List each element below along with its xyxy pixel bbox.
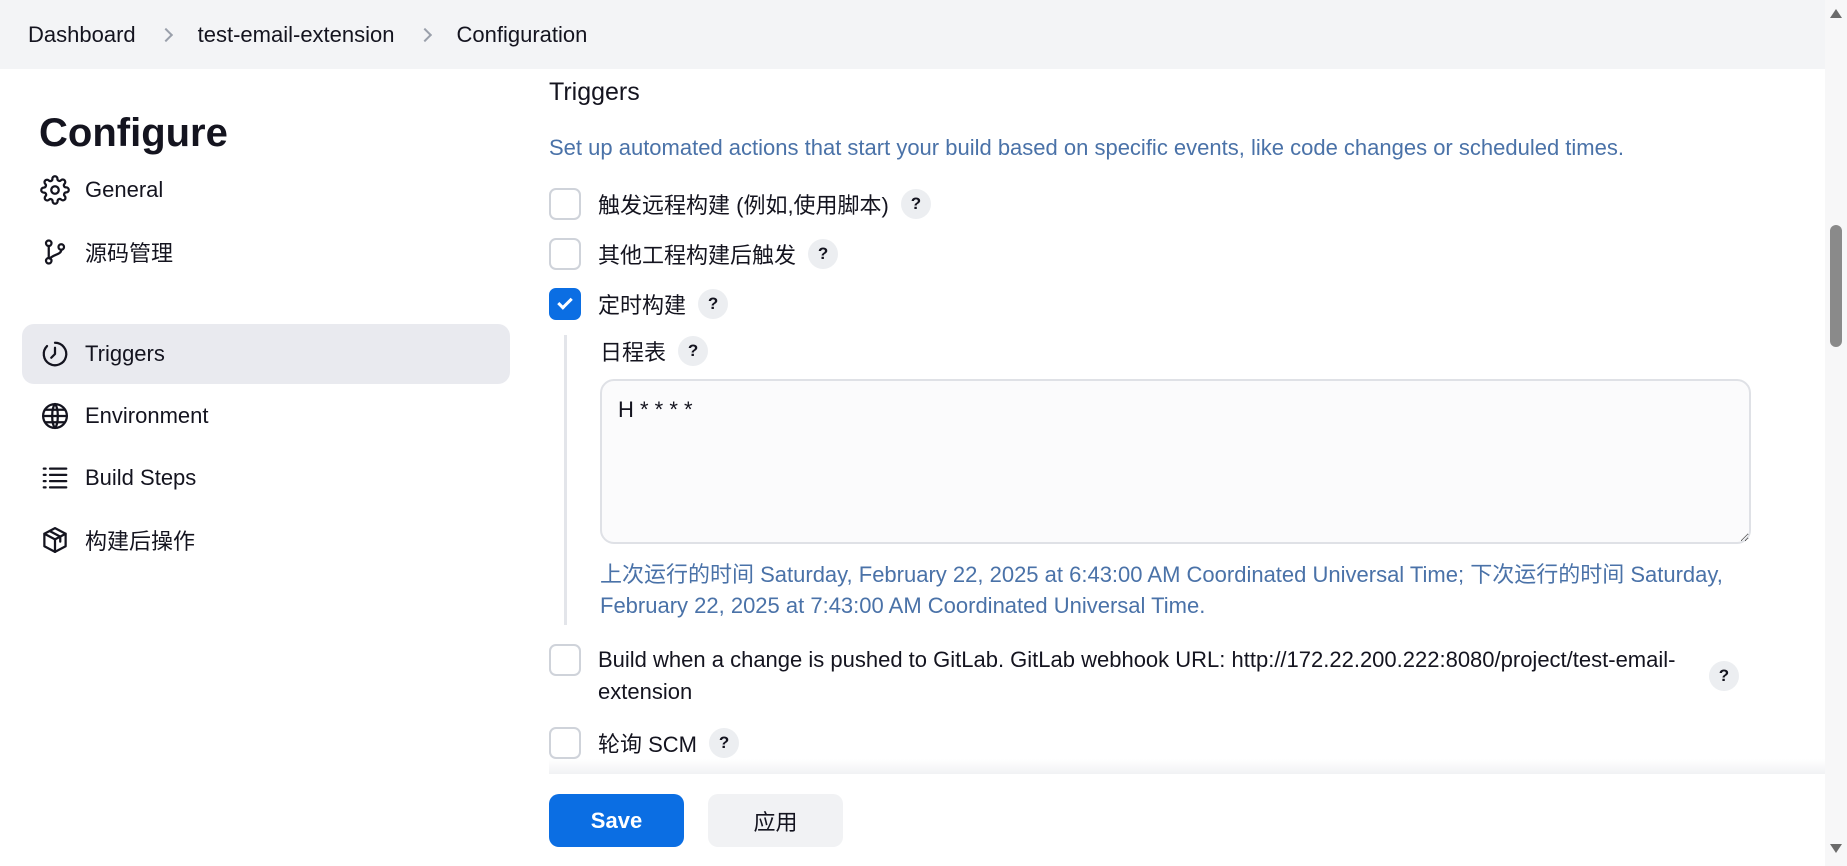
- trigger-gitlab-push-label: Build when a change is pushed to GitLab.…: [598, 647, 1676, 704]
- sidebar-item-label: Build Steps: [85, 465, 197, 490]
- sidebar-item-triggers[interactable]: Triggers: [22, 324, 510, 384]
- trigger-poll-scm-label: 轮询 SCM: [598, 732, 698, 757]
- trigger-poll-scm: 轮询 SCM ?: [549, 727, 740, 759]
- section-title: Triggers: [549, 78, 640, 106]
- schedule-run-info: 上次运行的时间 Saturday, February 22, 2025 at 6…: [600, 562, 1723, 618]
- section-description: Set up automated actions that start your…: [549, 135, 1624, 160]
- sidebar-item-general[interactable]: General: [22, 160, 510, 220]
- help-icon[interactable]: ?: [1709, 661, 1739, 691]
- sidebar: Configure General 源码管理 Triggers Environm…: [0, 69, 520, 866]
- sidebar-item-label: Triggers: [85, 341, 165, 366]
- help-icon[interactable]: ?: [808, 239, 839, 269]
- scroll-fade: [549, 759, 1825, 774]
- page-title: Configure: [39, 111, 228, 155]
- trigger-after-other-projects-label: 其他工程构建后触发: [598, 243, 797, 268]
- schedule-label-row: 日程表 ?: [600, 335, 709, 367]
- trigger-periodic-build: 定时构建 ?: [549, 288, 729, 320]
- clock-icon: [39, 338, 71, 370]
- schedule-label: 日程表: [600, 340, 667, 365]
- trigger-gitlab-push-checkbox[interactable]: [549, 644, 581, 676]
- sidebar-item-label: 源码管理: [85, 241, 174, 266]
- scrollbar[interactable]: [1825, 0, 1847, 866]
- trigger-periodic-build-checkbox[interactable]: [549, 288, 581, 320]
- trigger-remote-build-label: 触发远程构建 (例如,使用脚本): [598, 193, 889, 218]
- help-icon[interactable]: ?: [709, 728, 740, 758]
- list-icon: [39, 462, 71, 494]
- chevron-right-icon: [417, 27, 432, 42]
- sidebar-item-build-steps[interactable]: Build Steps: [22, 448, 510, 508]
- sidebar-item-post-build[interactable]: 构建后操作: [22, 510, 510, 570]
- branch-icon: [39, 236, 71, 268]
- trigger-poll-scm-checkbox[interactable]: [549, 727, 581, 759]
- sidebar-item-label: 构建后操作: [85, 529, 196, 554]
- schedule-panel: 日程表 ? H * * * * 上次运行的时间 Saturday, Februa…: [564, 335, 1764, 625]
- action-bar: Save 应用: [512, 774, 1825, 866]
- package-icon: [39, 524, 71, 556]
- checkmark-icon: [557, 294, 573, 310]
- breadcrumb: Dashboard test-email-extension Configura…: [0, 0, 1825, 69]
- trigger-remote-build: 触发远程构建 (例如,使用脚本) ?: [549, 188, 931, 220]
- trigger-remote-build-checkbox[interactable]: [549, 188, 581, 220]
- sidebar-item-label: General: [85, 177, 164, 202]
- save-button[interactable]: Save: [549, 794, 684, 847]
- apply-button[interactable]: 应用: [708, 794, 843, 847]
- help-icon[interactable]: ?: [900, 189, 931, 219]
- breadcrumb-project[interactable]: test-email-extension: [198, 22, 395, 48]
- sidebar-item-label: Environment: [85, 403, 209, 428]
- triggers-section: Triggers Set up automated actions that s…: [549, 69, 1825, 774]
- help-icon[interactable]: ?: [678, 336, 709, 366]
- schedule-input[interactable]: H * * * *: [600, 379, 1751, 544]
- chevron-right-icon: [158, 27, 173, 42]
- sidebar-item-environment[interactable]: Environment: [22, 386, 510, 446]
- trigger-periodic-build-label: 定时构建: [598, 293, 687, 318]
- scrollbar-thumb[interactable]: [1830, 225, 1842, 347]
- gear-icon: [39, 174, 71, 206]
- breadcrumb-configuration[interactable]: Configuration: [457, 22, 588, 48]
- trigger-after-other-projects-checkbox[interactable]: [549, 238, 581, 270]
- globe-icon: [39, 400, 71, 432]
- scroll-down-icon[interactable]: [1830, 844, 1842, 853]
- breadcrumb-dashboard[interactable]: Dashboard: [28, 22, 136, 48]
- scroll-up-icon[interactable]: [1830, 9, 1842, 18]
- help-icon[interactable]: ?: [698, 289, 729, 319]
- trigger-after-other-projects: 其他工程构建后触发 ?: [549, 238, 839, 270]
- sidebar-item-scm[interactable]: 源码管理: [22, 222, 510, 282]
